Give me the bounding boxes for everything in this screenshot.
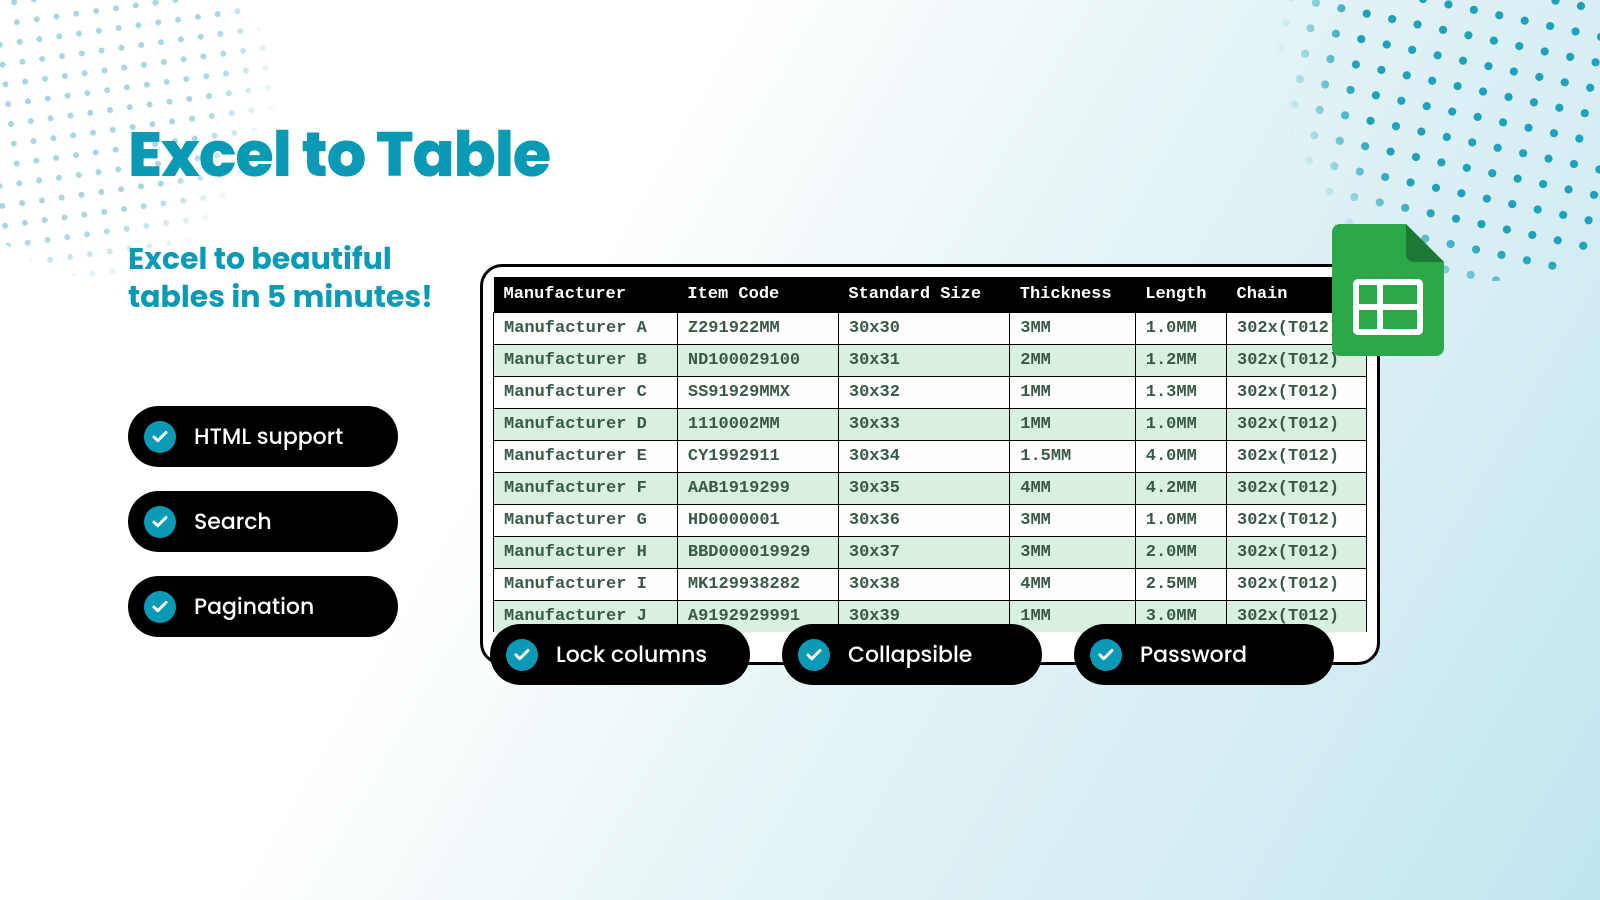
- feature-label: Lock columns: [556, 638, 707, 671]
- feature-label: Collapsible: [848, 638, 972, 671]
- table-cell: 1110002MM: [677, 409, 838, 441]
- table-cell: 30x35: [838, 473, 1009, 505]
- table-row: Manufacturer HBBD00001992930x373MM2.0MM3…: [494, 537, 1367, 569]
- table-cell: 1.2MM: [1135, 345, 1226, 377]
- check-icon: [798, 639, 830, 671]
- check-icon: [144, 591, 176, 623]
- check-icon: [506, 639, 538, 671]
- table-cell: 2MM: [1010, 345, 1136, 377]
- table-cell: 1MM: [1010, 409, 1136, 441]
- left-feature-list: HTML support Search Pagination: [128, 406, 398, 637]
- table-cell: 4MM: [1010, 569, 1136, 601]
- col-header: Length: [1135, 277, 1226, 313]
- table-cell: Manufacturer B: [494, 345, 678, 377]
- table-cell: 302x(T012): [1227, 473, 1367, 505]
- page-title: Excel to Table: [128, 108, 550, 201]
- check-icon: [144, 421, 176, 453]
- table-cell: Manufacturer C: [494, 377, 678, 409]
- bottom-feature-list: Lock columns Collapsible Password: [490, 624, 1334, 685]
- table-row: Manufacturer BND10002910030x312MM1.2MM30…: [494, 345, 1367, 377]
- feature-pill-pagination: Pagination: [128, 576, 398, 637]
- table-cell: 302x(T012): [1227, 377, 1367, 409]
- table-cell: 30x38: [838, 569, 1009, 601]
- col-header: Item Code: [677, 277, 838, 313]
- table-cell: 1MM: [1010, 377, 1136, 409]
- table-cell: Manufacturer A: [494, 313, 678, 345]
- table-cell: 302x(T012): [1227, 537, 1367, 569]
- table-cell: 1.0MM: [1135, 505, 1226, 537]
- table-header-row: Manufacturer Item Code Standard Size Thi…: [494, 277, 1367, 313]
- table-cell: 30x37: [838, 537, 1009, 569]
- feature-pill-lock-columns: Lock columns: [490, 624, 750, 685]
- table-cell: 4.0MM: [1135, 441, 1226, 473]
- table-cell: 3MM: [1010, 505, 1136, 537]
- table-cell: 1.5MM: [1010, 441, 1136, 473]
- table-row: Manufacturer CSS91929MMX30x321MM1.3MM302…: [494, 377, 1367, 409]
- table-cell: ND100029100: [677, 345, 838, 377]
- table-cell: 30x32: [838, 377, 1009, 409]
- table-cell: BBD000019929: [677, 537, 838, 569]
- table-cell: 30x36: [838, 505, 1009, 537]
- table-cell: 1.0MM: [1135, 409, 1226, 441]
- table-cell: CY1992911: [677, 441, 838, 473]
- table-row: Manufacturer ECY199291130x341.5MM4.0MM30…: [494, 441, 1367, 473]
- table-cell: 302x(T012): [1227, 569, 1367, 601]
- preview-table: Manufacturer Item Code Standard Size Thi…: [493, 277, 1367, 632]
- table-cell: 3MM: [1010, 537, 1136, 569]
- table-cell: 302x(T012): [1227, 409, 1367, 441]
- table-cell: Manufacturer G: [494, 505, 678, 537]
- table-cell: 2.0MM: [1135, 537, 1226, 569]
- table-cell: 4.2MM: [1135, 473, 1226, 505]
- table-row: Manufacturer IMK12993828230x384MM2.5MM30…: [494, 569, 1367, 601]
- col-header: Standard Size: [838, 277, 1009, 313]
- table-cell: Manufacturer F: [494, 473, 678, 505]
- spreadsheet-icon: [1332, 224, 1444, 356]
- table-cell: 1.0MM: [1135, 313, 1226, 345]
- table-cell: 30x33: [838, 409, 1009, 441]
- feature-pill-collapsible: Collapsible: [782, 624, 1042, 685]
- table-cell: 302x(T012): [1227, 441, 1367, 473]
- check-icon: [144, 506, 176, 538]
- table-row: Manufacturer GHD000000130x363MM1.0MM302x…: [494, 505, 1367, 537]
- table-cell: 30x34: [838, 441, 1009, 473]
- feature-label: Password: [1140, 638, 1247, 671]
- table-cell: Manufacturer E: [494, 441, 678, 473]
- table-cell: Z291922MM: [677, 313, 838, 345]
- feature-label: Search: [194, 505, 272, 538]
- col-header: Manufacturer: [494, 277, 678, 313]
- table-cell: MK129938282: [677, 569, 838, 601]
- table-cell: 4MM: [1010, 473, 1136, 505]
- feature-label: HTML support: [194, 420, 343, 453]
- table-cell: 30x31: [838, 345, 1009, 377]
- table-cell: AAB1919299: [677, 473, 838, 505]
- check-icon: [1090, 639, 1122, 671]
- table-preview-card: Manufacturer Item Code Standard Size Thi…: [480, 264, 1380, 665]
- table-row: Manufacturer AZ291922MM30x303MM1.0MM302x…: [494, 313, 1367, 345]
- table-cell: Manufacturer D: [494, 409, 678, 441]
- feature-pill-password: Password: [1074, 624, 1334, 685]
- feature-label: Pagination: [194, 590, 314, 623]
- table-cell: 1.3MM: [1135, 377, 1226, 409]
- table-cell: 30x30: [838, 313, 1009, 345]
- table-row: Manufacturer D1110002MM30x331MM1.0MM302x…: [494, 409, 1367, 441]
- table-cell: 2.5MM: [1135, 569, 1226, 601]
- table-cell: 3MM: [1010, 313, 1136, 345]
- table-cell: HD0000001: [677, 505, 838, 537]
- table-cell: Manufacturer I: [494, 569, 678, 601]
- feature-pill-html-support: HTML support: [128, 406, 398, 467]
- feature-pill-search: Search: [128, 491, 398, 552]
- page-subtitle: Excel to beautiful tables in 5 minutes!: [128, 240, 438, 315]
- table-cell: 302x(T012): [1227, 505, 1367, 537]
- col-header: Thickness: [1010, 277, 1136, 313]
- table-row: Manufacturer FAAB191929930x354MM4.2MM302…: [494, 473, 1367, 505]
- table-cell: Manufacturer H: [494, 537, 678, 569]
- table-cell: SS91929MMX: [677, 377, 838, 409]
